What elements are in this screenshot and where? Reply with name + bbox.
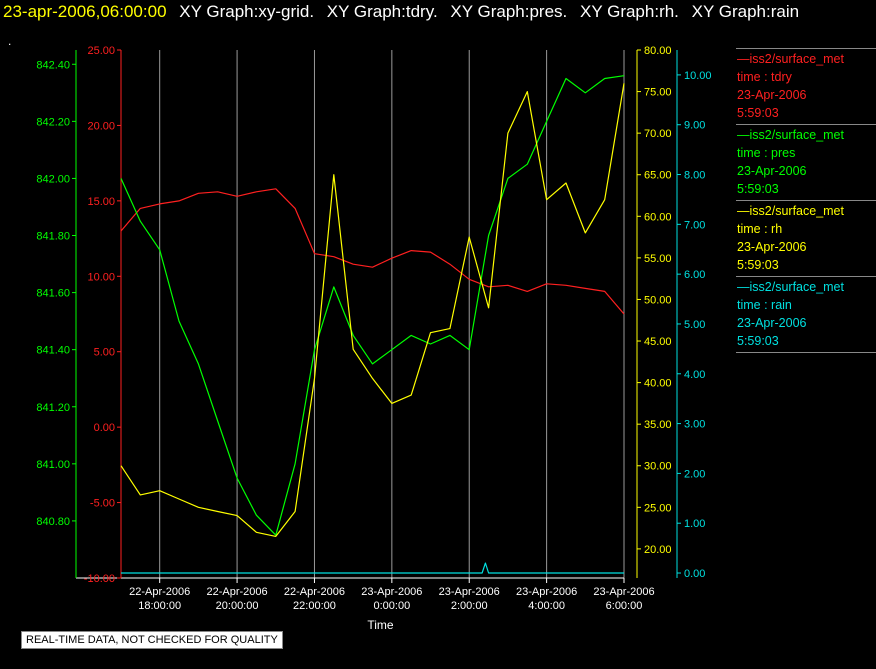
legend-series-field: time : pres [737, 146, 796, 160]
y-tick-label-rh: 20.00 [644, 544, 672, 556]
x-axis-title: Time [367, 618, 394, 632]
y-tick-label-rh: 35.00 [644, 419, 672, 431]
y-tick-label-pres: 841.60 [36, 288, 70, 300]
legend-series-name: —iss2/surface_met [737, 128, 844, 142]
legend-series-date: 23-Apr-2006 [737, 88, 807, 102]
y-tick-label-rh: 25.00 [644, 502, 672, 514]
y-tick-label-rain: 9.00 [684, 120, 705, 132]
series-line-rh [120, 83, 625, 538]
y-tick-label-tdry: 20.00 [87, 120, 115, 132]
y-tick-label-rain: 6.00 [684, 269, 705, 281]
y-tick-label-tdry: 0.00 [94, 422, 115, 434]
y-tick-label-pres: 842.40 [36, 59, 70, 71]
series-line-pres [120, 75, 625, 536]
legend-entry-rh[interactable]: —iss2/surface_met time : rh 23-Apr-2006 … [736, 200, 876, 276]
legend-series-field: time : tdry [737, 70, 792, 84]
x-tick-label-time: 4:00:00 [528, 600, 565, 612]
legend-series-date: 23-Apr-2006 [737, 240, 807, 254]
legend-series-time: 5:59:03 [737, 106, 779, 120]
legend-series-name: —iss2/surface_met [737, 52, 844, 66]
y-tick-label-rain: 5.00 [684, 319, 705, 331]
y-tick-label-rh: 50.00 [644, 294, 672, 306]
y-tick-label-rh: 80.00 [644, 45, 672, 57]
y-tick-label-pres: 841.20 [36, 402, 70, 414]
y-tick-label-rh: 75.00 [644, 87, 672, 99]
legend-series-date: 23-Apr-2006 [737, 164, 807, 178]
series-line-tdry [120, 188, 625, 315]
y-tick-label-rain: 4.00 [684, 369, 705, 381]
legend: —iss2/surface_met time : tdry 23-Apr-200… [736, 48, 876, 353]
y-tick-label-tdry: 10.00 [87, 271, 115, 283]
y-tick-label-pres: 842.00 [36, 173, 70, 185]
y-tick-label-rh: 65.00 [644, 170, 672, 182]
legend-series-time: 5:59:03 [737, 182, 779, 196]
legend-series-field: time : rain [737, 298, 792, 312]
y-tick-label-rh: 30.00 [644, 461, 672, 473]
y-tick-label-rain: 1.00 [684, 518, 705, 530]
series-line-rain [121, 562, 624, 574]
x-tick-label-time: 6:00:00 [606, 600, 643, 612]
y-tick-label-pres: 841.40 [36, 345, 70, 357]
y-tick-label-pres: 841.80 [36, 231, 70, 243]
y-tick-label-tdry: -5.00 [90, 498, 115, 510]
quality-disclaimer: REAL-TIME DATA, NOT CHECKED FOR QUALITY [21, 631, 283, 649]
x-tick-label-time: 18:00:00 [138, 600, 181, 612]
legend-entry-pres[interactable]: —iss2/surface_met time : pres 23-Apr-200… [736, 124, 876, 200]
x-tick-label-date: 22-Apr-2006 [129, 586, 190, 598]
y-tick-label-pres: 840.80 [36, 516, 70, 528]
y-tick-label-pres: 842.20 [36, 116, 70, 128]
y-tick-label-tdry: 25.00 [87, 45, 115, 57]
x-tick-label-date: 23-Apr-2006 [516, 586, 577, 598]
y-tick-label-rain: 3.00 [684, 419, 705, 431]
legend-series-time: 5:59:03 [737, 258, 779, 272]
y-tick-label-rh: 60.00 [644, 211, 672, 223]
legend-series-time: 5:59:03 [737, 334, 779, 348]
y-tick-label-pres: 841.00 [36, 459, 70, 471]
x-tick-label-time: 22:00:00 [293, 600, 336, 612]
x-tick-label-date: 22-Apr-2006 [284, 586, 345, 598]
x-tick-label-time: 2:00:00 [451, 600, 488, 612]
y-tick-label-rain: 8.00 [684, 170, 705, 182]
legend-series-name: —iss2/surface_met [737, 280, 844, 294]
y-tick-label-rain: 0.00 [684, 568, 705, 580]
y-tick-label-rh: 45.00 [644, 336, 672, 348]
y-tick-label-tdry: 5.00 [94, 347, 115, 359]
legend-series-date: 23-Apr-2006 [737, 316, 807, 330]
y-tick-label-tdry: -10.00 [84, 573, 115, 585]
x-tick-label-date: 22-Apr-2006 [206, 586, 267, 598]
legend-series-field: time : rh [737, 222, 783, 236]
legend-entry-rain[interactable]: —iss2/surface_met time : rain 23-Apr-200… [736, 276, 876, 353]
y-tick-label-rain: 2.00 [684, 468, 705, 480]
x-tick-label-date: 23-Apr-2006 [361, 586, 422, 598]
x-tick-label-time: 20:00:00 [216, 600, 259, 612]
y-tick-label-rh: 55.00 [644, 253, 672, 265]
x-tick-label-date: 23-Apr-2006 [593, 586, 654, 598]
x-tick-label-date: 23-Apr-2006 [439, 586, 500, 598]
legend-entry-tdry[interactable]: —iss2/surface_met time : tdry 23-Apr-200… [736, 48, 876, 124]
y-tick-label-rain: 7.00 [684, 219, 705, 231]
y-tick-label-rh: 70.00 [644, 128, 672, 140]
y-tick-label-tdry: 15.00 [87, 196, 115, 208]
y-tick-label-rh: 40.00 [644, 378, 672, 390]
y-tick-label-rain: 10.00 [684, 70, 712, 82]
legend-series-name: —iss2/surface_met [737, 204, 844, 218]
x-tick-label-time: 0:00:00 [373, 600, 410, 612]
